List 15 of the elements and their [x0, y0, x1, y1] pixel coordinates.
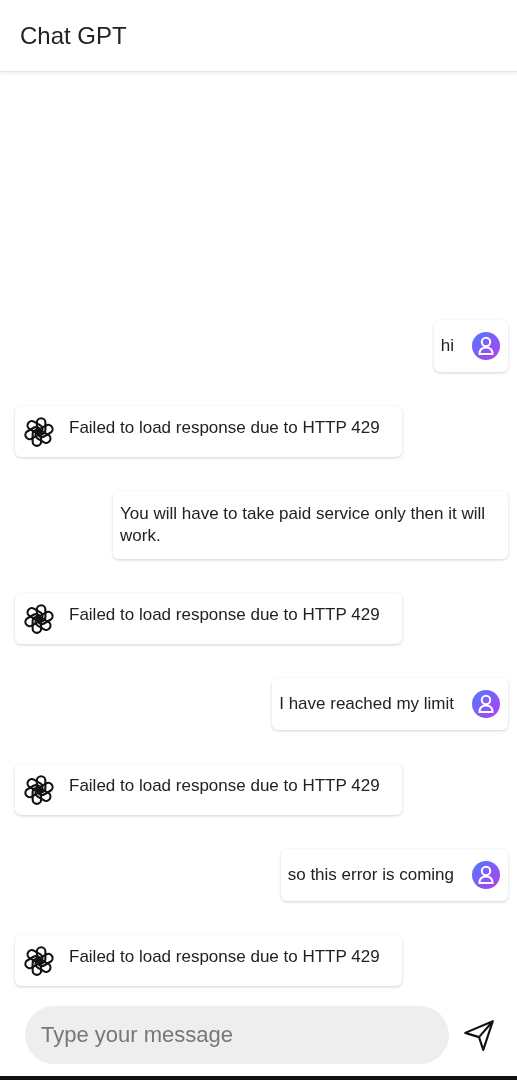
knot-logo-icon — [22, 602, 56, 636]
message-text: Failed to load response due to HTTP 429 — [69, 604, 380, 626]
app-title: Chat GPT — [20, 21, 127, 50]
message-text: hi — [440, 335, 454, 357]
message-text: I have reached my limit — [279, 693, 454, 715]
send-icon[interactable] — [461, 1017, 497, 1053]
message-text: Failed to load response due to HTTP 429 — [69, 417, 380, 439]
message-text: Failed to load response due to HTTP 429 — [69, 946, 380, 968]
knot-logo-icon — [22, 944, 56, 978]
message-text: so this error is coming — [287, 864, 454, 886]
message-text: You will have to take paid service only then it will work. — [120, 503, 487, 547]
message-text: Failed to load response due to HTTP 429 — [69, 775, 380, 797]
knot-logo-icon — [22, 773, 56, 807]
knot-logo-icon — [22, 415, 56, 449]
message-input[interactable]: Type your message — [25, 1006, 449, 1064]
